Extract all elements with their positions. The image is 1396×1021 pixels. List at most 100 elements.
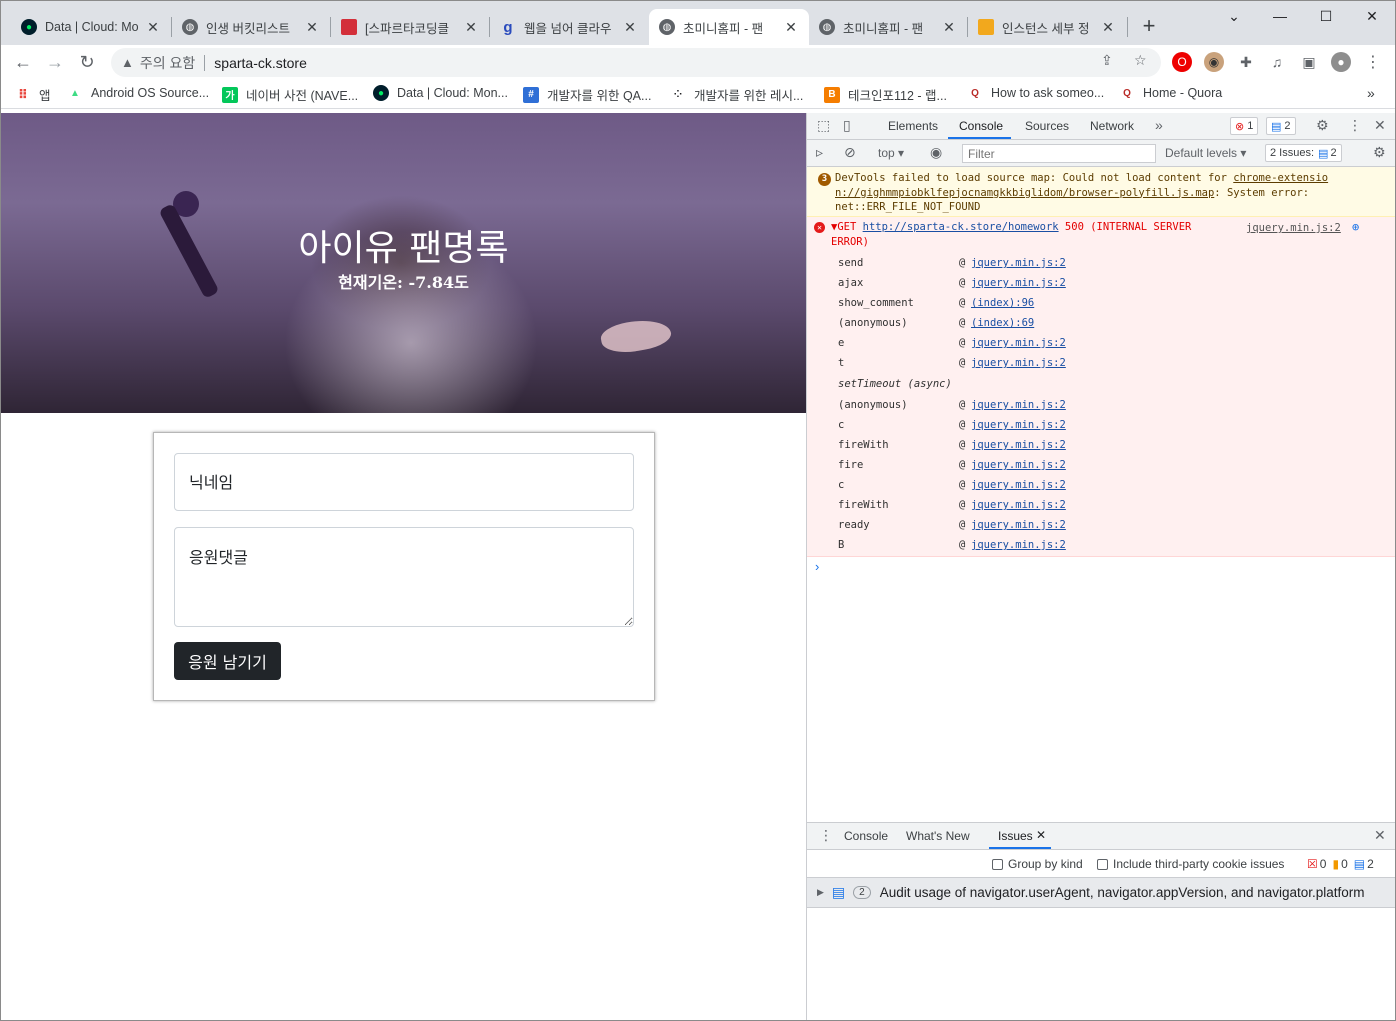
bookmark-item[interactable]: 가 네이버 사전 (NAVE... [222, 85, 358, 104]
browser-tab[interactable]: 인스턴스 세부 정 ✕ [968, 9, 1126, 45]
browser-tab[interactable]: [스파르타코딩클 ✕ [331, 9, 489, 45]
comment-textarea[interactable] [174, 527, 634, 627]
submit-comment-button[interactable]: 응원 남기기 [174, 642, 281, 680]
close-tab-icon[interactable]: ✕ [463, 19, 479, 36]
tab-console[interactable]: Console [959, 119, 1003, 133]
message-count-badge[interactable]: ▤ 2 [1266, 117, 1296, 135]
nickname-input[interactable] [174, 453, 634, 511]
sidebar-toggle-icon[interactable]: ▹ [816, 144, 823, 161]
close-tab-icon[interactable]: ✕ [304, 19, 320, 36]
bookmark-apps[interactable]: ⠿ 앱 [15, 85, 51, 104]
stack-frame-link[interactable]: jquery.min.js:2 [971, 519, 1066, 531]
console-prompt-icon[interactable]: › [815, 559, 819, 574]
drawer-tab-console[interactable]: Console [844, 829, 888, 843]
new-tab-button[interactable]: + [1137, 13, 1161, 41]
issues-badge[interactable]: 2 Issues: ▤ 2 [1265, 144, 1342, 162]
stack-frame-link[interactable]: jquery.min.js:2 [971, 357, 1066, 369]
device-toolbar-icon[interactable]: ▯ [843, 117, 851, 134]
stack-frame-link[interactable]: jquery.min.js:2 [971, 337, 1066, 349]
opera-extension-icon[interactable]: O [1172, 52, 1192, 72]
console-settings-icon[interactable]: ⚙ [1373, 144, 1386, 161]
bookmark-item[interactable]: B 테크인포112 - 랩... [824, 85, 947, 104]
stack-frame-link[interactable]: jquery.min.js:2 [971, 539, 1066, 551]
stack-frame-link[interactable]: (index):96 [971, 297, 1034, 309]
bookmark-item[interactable]: ● Data | Cloud: Mon... [373, 85, 508, 101]
more-bookmarks-chevron-icon[interactable]: » [1367, 85, 1375, 101]
bookmark-item[interactable]: Q How to ask someo... [967, 85, 1104, 101]
expand-triangle-icon[interactable]: ▶ [817, 887, 824, 898]
forward-button[interactable]: → [43, 50, 67, 74]
browser-tab[interactable]: ◍ 초미니홈피 - 팬 ✕ [809, 9, 967, 45]
network-request-icon[interactable]: ⊕ [1352, 220, 1359, 234]
bookmark-item[interactable]: ▲ Android OS Source... [67, 85, 209, 101]
browser-tab[interactable]: ● Data | Cloud: Mo ✕ [11, 9, 171, 45]
profile-avatar[interactable]: ● [1331, 52, 1351, 72]
request-url-link[interactable]: http://sparta-ck.store/homework [863, 221, 1059, 233]
stack-frame-link[interactable]: (index):69 [971, 317, 1034, 329]
user-extension-icon[interactable]: ◉ [1204, 52, 1224, 72]
error-source-link[interactable]: jquery.min.js:2 [1246, 222, 1341, 234]
stack-frame: send @ jquery.min.js:2 [838, 257, 1066, 269]
bookmark-star-icon[interactable]: ☆ [1134, 52, 1147, 69]
url-text[interactable]: sparta-ck.store [214, 55, 307, 71]
close-tab-icon[interactable]: ✕ [145, 19, 161, 36]
close-window-button[interactable]: ✕ [1349, 5, 1395, 29]
issue-row[interactable]: ▶ ▤ 2 Audit usage of navigator.userAgent… [807, 878, 1395, 908]
stack-frame-link[interactable]: jquery.min.js:2 [971, 277, 1066, 289]
stack-frame-link[interactable]: jquery.min.js:2 [971, 499, 1066, 511]
inspect-element-icon[interactable]: ⬚ [817, 117, 830, 134]
minimize-button[interactable]: — [1257, 5, 1303, 29]
close-issues-tab-icon[interactable]: ✕ [1036, 828, 1046, 842]
context-select[interactable]: top ▾ [878, 146, 904, 160]
warning-triangle-icon[interactable]: ▲ [121, 55, 134, 70]
tab-search-chevron-icon[interactable]: ⌄ [1211, 5, 1257, 29]
browser-tab[interactable]: g 웹을 넘어 클라우 ✕ [490, 9, 648, 45]
eye-icon[interactable]: ◉ [930, 144, 942, 161]
drawer-tab-whats-new[interactable]: What's New [906, 829, 970, 843]
close-tab-icon[interactable]: ✕ [783, 19, 799, 36]
log-levels-dropdown[interactable]: Default levels ▾ [1165, 146, 1246, 160]
menu-kebab-icon[interactable]: ⋮ [1363, 52, 1383, 72]
close-drawer-icon[interactable]: ✕ [1374, 827, 1386, 844]
maximize-button[interactable]: ☐ [1303, 5, 1349, 29]
tab-sources[interactable]: Sources [1025, 119, 1069, 133]
tab-network[interactable]: Network [1090, 119, 1134, 133]
stack-frame-link[interactable]: jquery.min.js:2 [971, 419, 1066, 431]
third-party-cookie-checkbox[interactable]: Include third-party cookie issues [1097, 857, 1284, 871]
bookmark-item[interactable]: # 개발자를 위한 QA... [523, 85, 651, 104]
close-tab-icon[interactable]: ✕ [1100, 19, 1116, 36]
back-button[interactable]: ← [11, 50, 35, 74]
extensions-puzzle-icon[interactable]: ✚ [1236, 52, 1256, 72]
stack-frame-link[interactable]: jquery.min.js:2 [971, 479, 1066, 491]
browser-tab[interactable]: ◍ 인생 버킷리스트 ✕ [172, 9, 330, 45]
side-panel-icon[interactable]: ▣ [1299, 52, 1319, 72]
close-tab-icon[interactable]: ✕ [622, 19, 638, 36]
stack-frame-link[interactable]: jquery.min.js:2 [971, 439, 1066, 451]
media-control-icon[interactable]: ♫ [1267, 52, 1287, 72]
stack-frame-link[interactable]: jquery.min.js:2 [971, 257, 1066, 269]
close-tab-icon[interactable]: ✕ [941, 19, 957, 36]
stack-frame-link[interactable]: jquery.min.js:2 [971, 459, 1066, 471]
security-label[interactable]: 주의 요함 [140, 53, 195, 73]
bookmark-item[interactable]: ⁘ 개발자를 위한 레시... [670, 85, 804, 104]
devtools-menu-icon[interactable]: ⋮ [1348, 117, 1362, 134]
stack-frame-function: ready [838, 519, 870, 531]
more-tabs-chevron-icon[interactable]: » [1155, 117, 1163, 133]
group-by-kind-checkbox[interactable]: Group by kind [992, 857, 1083, 871]
console-filter-input[interactable] [962, 144, 1156, 163]
close-devtools-icon[interactable]: ✕ [1374, 117, 1386, 134]
stack-frame-link[interactable]: jquery.min.js:2 [971, 399, 1066, 411]
error-count-badge[interactable]: ⊗ 1 [1230, 117, 1259, 135]
source-map-link[interactable]: chrome-extensio [1233, 172, 1328, 184]
browser-tab-active[interactable]: ◍ 초미니홈피 - 팬 ✕ [649, 9, 809, 45]
clear-console-icon[interactable]: ⊘ [844, 144, 856, 161]
bookmark-item[interactable]: Q Home - Quora [1119, 85, 1222, 101]
tab-elements[interactable]: Elements [888, 119, 938, 133]
address-bar[interactable]: ▲ 주의 요함 sparta-ck.store [111, 48, 1161, 77]
drawer-menu-icon[interactable]: ⋮ [819, 827, 833, 844]
dots-icon: ⁘ [673, 89, 683, 100]
drawer-tab-issues[interactable]: Issues [998, 829, 1033, 843]
share-icon[interactable]: ⇪ [1101, 52, 1113, 69]
reload-button[interactable]: ↻ [75, 50, 99, 74]
settings-gear-icon[interactable]: ⚙ [1316, 117, 1329, 134]
